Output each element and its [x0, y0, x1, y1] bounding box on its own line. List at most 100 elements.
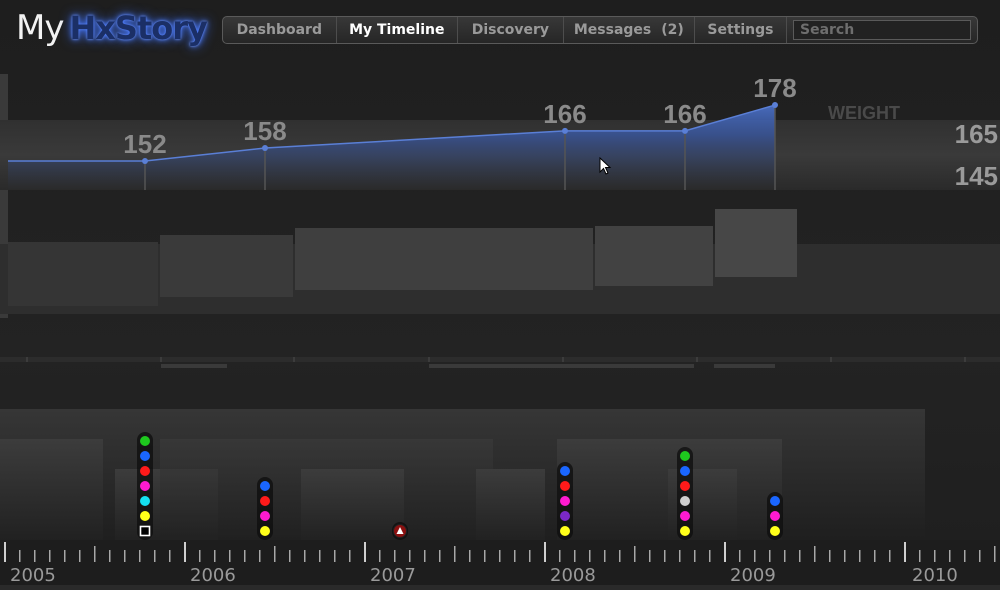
- axis-tick: [304, 550, 306, 562]
- blue-event-dot-icon[interactable]: [560, 466, 570, 476]
- axis-tick: [784, 550, 786, 562]
- weight-point[interactable]: [142, 157, 148, 164]
- timeline-chart[interactable]: 152 158166 166178 WEIGHT 165 145 2005 20…: [0, 0, 1000, 590]
- axis-tick: [274, 546, 276, 562]
- axis-tick: [424, 550, 426, 562]
- logo-brand-name: HxStory: [69, 9, 207, 47]
- axis-tick: [859, 550, 861, 562]
- magenta-event-dot-icon[interactable]: [260, 511, 270, 521]
- axis-tick: [709, 550, 711, 562]
- axis-tick: [109, 550, 111, 562]
- axis-tick: [454, 546, 456, 562]
- axis-tick: [589, 550, 591, 562]
- mouse-cursor-icon: [599, 157, 612, 175]
- axis-tick: [574, 550, 576, 562]
- year-label: 2009: [730, 565, 776, 586]
- axis-tick: [694, 550, 696, 562]
- axis-tick: [544, 542, 546, 562]
- axis-tick: [439, 550, 441, 562]
- red-event-dot-icon[interactable]: [260, 496, 270, 506]
- nav-discovery[interactable]: Discovery: [458, 17, 564, 43]
- blue-event-dot-icon[interactable]: [260, 481, 270, 491]
- red-event-dot-icon[interactable]: [560, 481, 570, 491]
- event-stack[interactable]: [677, 447, 693, 540]
- axis-tick: [529, 550, 531, 562]
- event-stack[interactable]: [137, 432, 153, 540]
- axis-tick: [559, 550, 561, 562]
- magenta-event-dot-icon[interactable]: [680, 511, 690, 521]
- axis-tick: [289, 550, 291, 562]
- axis-tick: [889, 550, 891, 562]
- axis-tick: [349, 550, 351, 562]
- timeline-axis: [0, 540, 1000, 590]
- purple-event-dot-icon[interactable]: [560, 511, 570, 521]
- empty-square-icon[interactable]: [139, 525, 151, 537]
- event-stack[interactable]: [257, 477, 273, 540]
- nav-settings[interactable]: Settings: [695, 17, 787, 43]
- yellow-event-dot-icon[interactable]: [560, 526, 570, 536]
- yellow-event-dot-icon[interactable]: [260, 526, 270, 536]
- metric-block: [595, 226, 713, 286]
- magenta-event-dot-icon[interactable]: [770, 511, 780, 521]
- gray-event-dot-icon[interactable]: [680, 496, 690, 506]
- axis-tick: [649, 550, 651, 562]
- event-stack[interactable]: [557, 462, 573, 540]
- magenta-event-dot-icon[interactable]: [140, 481, 150, 491]
- nav-messages[interactable]: Messages (2): [564, 17, 695, 43]
- cyan-event-dot-icon[interactable]: [140, 496, 150, 506]
- green-event-dot-icon[interactable]: [140, 436, 150, 446]
- yellow-event-dot-icon[interactable]: [140, 511, 150, 521]
- blue-event-dot-icon[interactable]: [680, 466, 690, 476]
- year-label: 2010: [912, 565, 958, 586]
- blue-event-dot-icon[interactable]: [140, 451, 150, 461]
- axis-tick: [604, 550, 606, 562]
- nav-messages-label: Messages: [573, 22, 652, 38]
- axis-tick: [244, 550, 246, 562]
- event-stack[interactable]: [392, 522, 408, 540]
- red-event-dot-icon[interactable]: [680, 481, 690, 491]
- yellow-event-dot-icon[interactable]: [680, 526, 690, 536]
- thin-track: [0, 357, 1000, 368]
- nav-settings-label: Settings: [707, 22, 774, 38]
- axis-tick: [829, 550, 831, 562]
- axis-tick: [184, 542, 186, 562]
- nav-discovery-label: Discovery: [471, 22, 550, 38]
- axis-tick: [634, 546, 636, 562]
- app-logo[interactable]: My HxStory: [16, 8, 208, 52]
- axis-tick: [514, 550, 516, 562]
- weight-point[interactable]: [562, 127, 568, 134]
- axis-tick: [94, 546, 96, 562]
- axis-tick: [499, 550, 501, 562]
- blue-event-dot-icon[interactable]: [770, 496, 780, 506]
- nav-my-timeline-label: My Timeline: [349, 22, 445, 38]
- weight-point[interactable]: [772, 102, 778, 109]
- axis-tick: [154, 550, 156, 562]
- red-event-dot-icon[interactable]: [140, 466, 150, 476]
- axis-tick: [79, 550, 81, 562]
- axis-tick: [259, 550, 261, 562]
- nav-dashboard[interactable]: Dashboard: [223, 17, 337, 43]
- weight-value-label: 178: [753, 73, 796, 103]
- search-input[interactable]: [793, 20, 971, 40]
- axis-tick: [934, 550, 936, 562]
- axis-tick: [949, 550, 951, 562]
- nav-my-timeline[interactable]: My Timeline: [337, 17, 458, 43]
- magenta-event-dot-icon[interactable]: [560, 496, 570, 506]
- yellow-event-dot-icon[interactable]: [770, 526, 780, 536]
- axis-tick: [124, 550, 126, 562]
- weight-point[interactable]: [262, 145, 268, 152]
- weight-value-label: 166: [663, 99, 706, 129]
- axis-tick: [769, 550, 771, 562]
- metric-block: [295, 228, 593, 290]
- search-container: [787, 17, 977, 43]
- axis-tick: [409, 550, 411, 562]
- logo-my: My: [16, 8, 64, 48]
- axis-tick: [139, 550, 141, 562]
- event-stack[interactable]: [767, 492, 783, 540]
- bottom-scrollbar[interactable]: [0, 585, 1000, 590]
- main-nav: Dashboard My Timeline Discovery Messages…: [222, 16, 978, 44]
- axis-tick: [4, 542, 6, 562]
- green-event-dot-icon[interactable]: [680, 451, 690, 461]
- axis-tick: [904, 542, 906, 562]
- weight-point[interactable]: [682, 127, 688, 134]
